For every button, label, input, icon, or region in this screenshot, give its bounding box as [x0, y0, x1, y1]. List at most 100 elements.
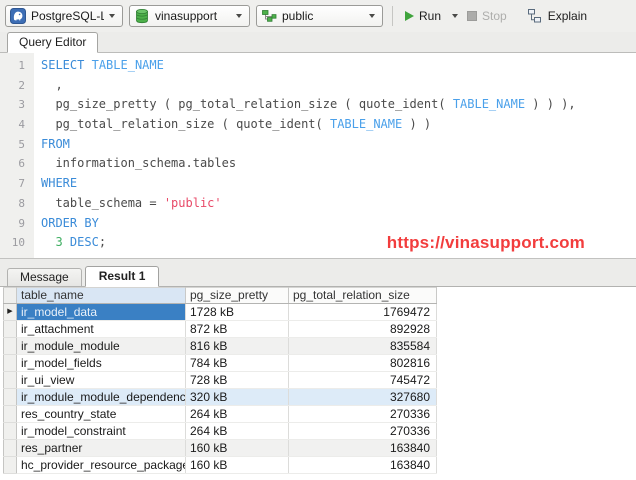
- cell-table_name[interactable]: hc_provider_resource_package: [16, 456, 186, 475]
- cell-pg_total_relation_size[interactable]: 163840: [288, 439, 437, 458]
- line-number: 8: [18, 196, 25, 210]
- database-name: vinasupport: [155, 9, 218, 23]
- row-gutter[interactable]: [3, 422, 17, 441]
- row-gutter[interactable]: [3, 388, 17, 407]
- code-line: 5 FROM: [0, 135, 636, 155]
- cell-pg_size_pretty[interactable]: 816 kB: [185, 337, 289, 356]
- table-row: ir_model_fields 784 kB 802816: [3, 354, 437, 373]
- cell-table_name[interactable]: res_partner: [16, 439, 186, 458]
- grid-header-row: table_name pg_size_pretty pg_total_relatio…: [3, 287, 437, 305]
- row-gutter[interactable]: [3, 405, 17, 424]
- row-gutter[interactable]: [3, 439, 17, 458]
- cell-table_name[interactable]: ir_attachment: [16, 320, 186, 339]
- table-row: ir_attachment 872 kB 892928: [3, 320, 437, 339]
- chevron-down-icon: [369, 14, 375, 18]
- cell-table_name[interactable]: ir_model_constraint: [16, 422, 186, 441]
- line-number: 10: [11, 236, 25, 250]
- table-row: ir_module_module 816 kB 835584: [3, 337, 437, 356]
- row-gutter[interactable]: [3, 354, 17, 373]
- cell-pg_size_pretty[interactable]: 264 kB: [185, 422, 289, 441]
- cell-pg_total_relation_size[interactable]: 270336: [288, 422, 437, 441]
- row-gutter[interactable]: [3, 371, 17, 390]
- tab-message[interactable]: Message: [7, 268, 82, 287]
- table-row: ir_ui_view 728 kB 745472: [3, 371, 437, 390]
- cell-table_name[interactable]: res_country_state: [16, 405, 186, 424]
- column-header-pg_size_pretty[interactable]: pg_size_pretty: [185, 287, 289, 305]
- query-editor-tab-label: Query Editor: [19, 35, 87, 49]
- run-button[interactable]: Run: [402, 9, 444, 23]
- code-line: 4 pg_total_relation_size ( quote_ident( …: [0, 115, 636, 135]
- cell-pg_total_relation_size[interactable]: 270336: [288, 405, 437, 424]
- line-number: 2: [18, 78, 25, 92]
- toolbar-separator: [392, 6, 393, 26]
- schema-selector[interactable]: public: [256, 5, 383, 27]
- editor-tabbar: Query Editor: [0, 32, 636, 53]
- code-line: 8 table_schema = 'public': [0, 194, 636, 214]
- explain-button[interactable]: Explain: [524, 8, 590, 24]
- run-options-chevron-icon[interactable]: [452, 14, 459, 18]
- line-number: 5: [18, 137, 25, 151]
- table-row: res_partner 160 kB 163840: [3, 439, 437, 458]
- database-icon: [134, 8, 150, 24]
- cell-pg_size_pretty[interactable]: 264 kB: [185, 405, 289, 424]
- table-row: ir_model_constraint 264 kB 270336: [3, 422, 437, 441]
- stop-button[interactable]: Stop: [464, 9, 510, 23]
- row-gutter[interactable]: [3, 320, 17, 339]
- row-gutter[interactable]: [3, 337, 17, 356]
- cell-pg_size_pretty[interactable]: 1728 kB: [185, 303, 289, 322]
- cell-table_name[interactable]: ir_module_module_dependency: [16, 388, 186, 407]
- connection-selector[interactable]: PostgreSQL-Local: [5, 5, 123, 27]
- code-text: 3 DESC;: [55, 235, 107, 250]
- cell-pg_size_pretty[interactable]: 784 kB: [185, 354, 289, 373]
- results-panel: table_name pg_size_pretty pg_total_relatio…: [0, 287, 636, 480]
- cell-pg_size_pretty[interactable]: 728 kB: [185, 371, 289, 390]
- table-row: ir_module_module_dependency 320 kB 327680: [3, 388, 437, 407]
- code-text: ORDER BY: [41, 215, 99, 230]
- editor-lines: 1 SELECT TABLE_NAME 2 ,3 pg_size_pretty ( …: [0, 53, 636, 253]
- play-icon: [405, 11, 414, 21]
- cell-table_name[interactable]: ir_model_data: [16, 303, 186, 322]
- tab-result-1[interactable]: Result 1: [84, 266, 160, 288]
- result-1-tab-label: Result 1: [98, 269, 146, 284]
- cell-pg_total_relation_size[interactable]: 835584: [288, 337, 437, 356]
- line-number: 1: [18, 59, 25, 72]
- cell-pg_size_pretty[interactable]: 872 kB: [185, 320, 289, 339]
- connection-name: PostgreSQL-Local: [31, 9, 104, 23]
- editor-results-splitter[interactable]: [0, 258, 636, 267]
- database-selector[interactable]: vinasupport: [129, 5, 250, 27]
- grid-body: ▶ ir_model_data 1728 kB 1769472 ir_attachmen…: [3, 303, 437, 475]
- schema-name: public: [282, 9, 314, 23]
- cell-pg_total_relation_size[interactable]: 802816: [288, 354, 437, 373]
- cell-table_name[interactable]: ir_model_fields: [16, 354, 186, 373]
- cell-pg_total_relation_size[interactable]: 1769472: [288, 303, 437, 322]
- sql-client-window: PostgreSQL-Local vinasupport: [0, 0, 636, 480]
- postgresql-icon: [10, 8, 26, 24]
- line-number: 6: [18, 157, 25, 171]
- column-header-pg_total_relation_size[interactable]: pg_total_relation_size: [288, 287, 437, 305]
- sql-editor[interactable]: 1 SELECT TABLE_NAME 2 ,3 pg_size_pretty ( …: [0, 53, 636, 259]
- message-tab-label: Message: [20, 270, 69, 285]
- code-text: SELECT TABLE_NAME: [41, 58, 164, 72]
- row-gutter[interactable]: [3, 456, 17, 475]
- results-grid: table_name pg_size_pretty pg_total_relatio…: [3, 287, 437, 475]
- cell-pg_size_pretty[interactable]: 160 kB: [185, 456, 289, 475]
- selected-row-marker[interactable]: ▶: [3, 303, 17, 322]
- column-header-table_name[interactable]: table_name: [16, 287, 186, 305]
- cell-pg_size_pretty[interactable]: 160 kB: [185, 439, 289, 458]
- cell-table_name[interactable]: ir_ui_view: [16, 371, 186, 390]
- run-label: Run: [419, 9, 442, 23]
- code-text: information_schema.tables: [41, 156, 237, 171]
- code-text: pg_total_relation_size ( quote_ident( TA…: [41, 117, 432, 132]
- cell-pg_total_relation_size[interactable]: 745472: [288, 371, 437, 390]
- cell-pg_size_pretty[interactable]: 320 kB: [185, 388, 289, 407]
- cell-pg_total_relation_size[interactable]: 892928: [288, 320, 437, 339]
- tab-query-editor[interactable]: Query Editor: [7, 32, 99, 53]
- code-text: pg_size_pretty ( pg_total_relation_size …: [41, 97, 576, 112]
- row-gutter-header: [3, 287, 17, 305]
- cell-table_name[interactable]: ir_module_module: [16, 337, 186, 356]
- code-line: 2 ,: [0, 76, 636, 96]
- cell-pg_total_relation_size[interactable]: 163840: [288, 456, 437, 475]
- line-number: 4: [18, 118, 25, 132]
- stop-icon: [467, 11, 478, 21]
- cell-pg_total_relation_size[interactable]: 327680: [288, 388, 437, 407]
